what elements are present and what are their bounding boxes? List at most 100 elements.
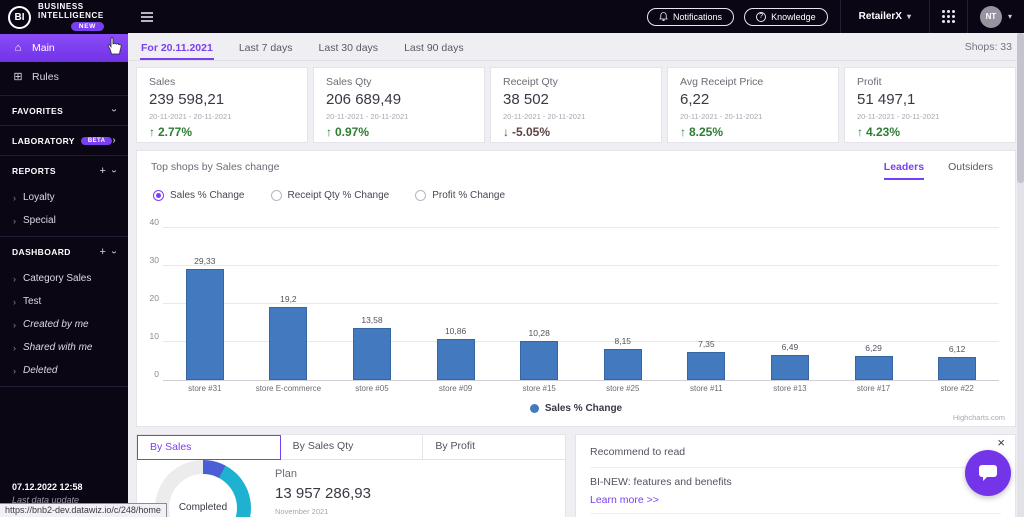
plan-tab-by-sales[interactable]: By Sales xyxy=(137,435,281,460)
knowledge-button[interactable]: ? Knowledge xyxy=(744,8,828,26)
sidebar-item-deleted[interactable]: ›Deleted xyxy=(0,359,128,382)
add-report-icon[interactable]: + xyxy=(99,165,106,177)
retailer-selector[interactable]: RetailerX ▾ xyxy=(859,11,911,22)
sidebar-item-shared-with-me[interactable]: › Shared with me xyxy=(0,336,128,359)
bar-value-label: 29,33 xyxy=(194,256,215,266)
scrollbar[interactable] xyxy=(1017,33,1024,517)
bar-value-label: 6,49 xyxy=(782,342,799,352)
chart-tab-leaders[interactable]: Leaders xyxy=(884,161,924,180)
sidebar-item-created-by-me[interactable]: ›Created by me xyxy=(0,313,128,336)
bar[interactable] xyxy=(353,328,391,380)
topbar: Notifications ? Knowledge RetailerX ▾ NT… xyxy=(128,0,1024,33)
bar[interactable] xyxy=(520,341,558,380)
kpi-change: ↑0.97% xyxy=(326,125,472,139)
sidebar-item-label: Shared with me xyxy=(23,342,92,353)
chevron-right-icon: › xyxy=(13,297,16,307)
bar-column: 7,35 xyxy=(665,229,749,380)
period-tab[interactable]: Last 7 days xyxy=(238,35,294,60)
user-menu[interactable]: NT ▾ xyxy=(980,6,1012,28)
notifications-button[interactable]: Notifications xyxy=(647,8,734,26)
x-axis-label: store #13 xyxy=(748,384,832,393)
bar[interactable] xyxy=(771,355,809,380)
plan-tab-by-sales-qty[interactable]: By Sales Qty xyxy=(281,435,424,460)
sidebar-item-category-sales[interactable]: ›Category Sales xyxy=(0,267,128,290)
logo-text: BUSINESS INTELLIGENCE NEW xyxy=(38,3,104,31)
sidebar-item-special[interactable]: ›Special xyxy=(0,209,128,232)
bar[interactable] xyxy=(938,357,976,380)
bar[interactable] xyxy=(186,269,224,380)
chevron-right-icon: › xyxy=(13,343,16,353)
kpi-change: ↓-5.05% xyxy=(503,125,649,139)
apps-grid-icon[interactable] xyxy=(942,10,955,23)
y-axis-tick: 0 xyxy=(141,369,159,379)
recommend-item-title: BI-NEW: features and benefits xyxy=(590,476,1001,488)
sidebar-section-favorites[interactable]: FAVORITES › xyxy=(0,95,128,125)
divider xyxy=(967,0,968,33)
highcharts-credit[interactable]: Highcharts.com xyxy=(953,413,1005,422)
period-tab[interactable]: For 20.11.2021 xyxy=(140,35,214,60)
kpi-row: Sales239 598,2120-11-2021 - 20-11-2021↑2… xyxy=(128,61,1024,143)
learn-more-link[interactable]: Learn more >> xyxy=(590,494,1001,506)
avatar[interactable]: NT xyxy=(980,6,1002,28)
chart-tab-outsiders[interactable]: Outsiders xyxy=(948,161,993,180)
chevron-right-icon: › xyxy=(13,216,16,226)
chart-legend[interactable]: Sales % Change xyxy=(137,403,1015,414)
last-data-update: 07.12.2022 12:58 Last data update xyxy=(12,482,83,505)
sidebar-section-dashboard[interactable]: DASHBOARD + › xyxy=(0,236,128,267)
bar[interactable] xyxy=(855,356,893,380)
bar[interactable] xyxy=(687,352,725,380)
kpi-card[interactable]: Profit51 497,120-11-2021 - 20-11-2021↑4.… xyxy=(844,67,1016,143)
kpi-label: Receipt Qty xyxy=(503,76,649,88)
arrow-up-icon: ↑ xyxy=(680,125,686,139)
bar-column: 6,12 xyxy=(915,229,999,380)
radio-label: Sales % Change xyxy=(170,190,245,201)
bar-value-label: 19,2 xyxy=(280,294,297,304)
radio-icon xyxy=(153,190,164,201)
sidebar-item-rules[interactable]: ⊞Rules xyxy=(0,62,128,91)
kpi-card[interactable]: Sales239 598,2120-11-2021 - 20-11-2021↑2… xyxy=(136,67,308,143)
kpi-card[interactable]: Sales Qty206 689,4920-11-2021 - 20-11-20… xyxy=(313,67,485,143)
bar-column: 29,33 xyxy=(163,229,247,380)
x-axis-labels: store #31store E-commercestore #05store … xyxy=(163,384,999,393)
sidebar-section-reports[interactable]: REPORTS + › xyxy=(0,155,128,186)
radio-label: Receipt Qty % Change xyxy=(288,190,390,201)
radio-icon xyxy=(271,190,282,201)
plan-tab-by-profit[interactable]: By Profit xyxy=(423,435,565,460)
radio-profit-change[interactable]: Profit % Change xyxy=(415,190,505,201)
sidebar-section-laboratory[interactable]: LABORATORY BETA › xyxy=(0,125,128,155)
metric-radio-group: Sales % Change Receipt Qty % Change Profit… xyxy=(137,180,1015,201)
bar-column: 10,86 xyxy=(414,229,498,380)
add-dashboard-icon[interactable]: + xyxy=(99,246,106,258)
period-tab[interactable]: Last 30 days xyxy=(318,35,380,60)
bar[interactable] xyxy=(604,349,642,380)
bar-value-label: 6,12 xyxy=(949,344,966,354)
divider xyxy=(840,0,841,33)
collapse-sidebar-icon[interactable] xyxy=(141,12,153,22)
kpi-card[interactable]: Receipt Qty38 50220-11-2021 - 20-11-2021… xyxy=(490,67,662,143)
sidebar-item-loyalty[interactable]: ›Loyalty xyxy=(0,186,128,209)
bell-icon xyxy=(659,12,668,22)
sidebar-item-label: Test xyxy=(23,296,41,307)
x-axis-label: store #25 xyxy=(581,384,665,393)
kpi-card[interactable]: Avg Receipt Price6,2220-11-2021 - 20-11-… xyxy=(667,67,839,143)
x-axis-label: store #17 xyxy=(832,384,916,393)
close-icon[interactable]: × xyxy=(997,436,1005,449)
kpi-change: ↑8.25% xyxy=(680,125,826,139)
period-tab[interactable]: Last 90 days xyxy=(403,35,465,60)
radio-receipt-qty-change[interactable]: Receipt Qty % Change xyxy=(271,190,390,201)
sidebar-item-main[interactable]: ⌂Main xyxy=(0,34,128,62)
radio-sales-change[interactable]: Sales % Change xyxy=(153,190,245,201)
kpi-period: 20-11-2021 - 20-11-2021 xyxy=(326,112,472,121)
main-content: For 20.11.2021 Last 7 days Last 30 days Las… xyxy=(128,33,1024,517)
chat-widget-button[interactable] xyxy=(965,450,1011,496)
kpi-label: Profit xyxy=(857,76,1003,88)
recommend-title: Recommend to read xyxy=(590,443,1001,468)
arrow-up-icon: ↑ xyxy=(857,125,863,139)
bar[interactable] xyxy=(269,307,307,380)
chevron-right-icon: › xyxy=(13,274,16,284)
sidebar-item-test[interactable]: › Test xyxy=(0,290,128,313)
y-axis-tick: 10 xyxy=(141,331,159,341)
bar[interactable] xyxy=(437,339,475,380)
divider xyxy=(929,0,930,33)
bar-value-label: 10,86 xyxy=(445,326,466,336)
